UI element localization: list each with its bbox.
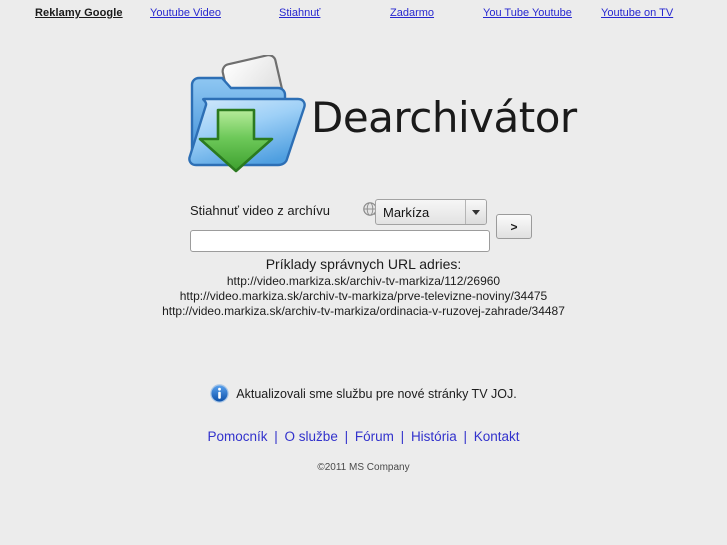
ads-label: Reklamy Google bbox=[35, 7, 123, 19]
footer-link-o-sluzbe[interactable]: O službe bbox=[285, 429, 338, 444]
footer-separator: | bbox=[400, 429, 405, 444]
google-ads-bar: Reklamy Google Youtube Video Stiahnuť Za… bbox=[0, 0, 727, 26]
ad-link-stiahnut[interactable]: Stiahnuť bbox=[279, 7, 320, 19]
footer-link-pomocnik[interactable]: Pomocník bbox=[207, 429, 267, 444]
ad-link-zadarmo[interactable]: Zadarmo bbox=[390, 7, 434, 19]
submit-button[interactable]: > bbox=[496, 214, 532, 239]
example-url: http://video.markiza.sk/archiv-tv-markiz… bbox=[226, 274, 501, 288]
example-url: http://video.markiza.sk/archiv-tv-markiz… bbox=[162, 304, 565, 318]
form-label: Stiahnuť video z archívu bbox=[190, 203, 331, 218]
form-row: Stiahnuť video z archívu Markíza > bbox=[190, 198, 540, 239]
footer-link-kontakt[interactable]: Kontakt bbox=[474, 429, 520, 444]
source-select-value: Markíza bbox=[383, 204, 430, 220]
footer-link-historia[interactable]: História bbox=[411, 429, 457, 444]
ad-link-youtube-on-tv[interactable]: Youtube on TV bbox=[601, 7, 673, 19]
source-select[interactable]: Markíza bbox=[375, 199, 487, 225]
notice-bar: Aktualizovali sme službu pre nové stránk… bbox=[0, 384, 727, 403]
footer-link-forum[interactable]: Fórum bbox=[355, 429, 394, 444]
example-url: http://video.markiza.sk/archiv-tv-markiz… bbox=[179, 289, 548, 303]
folder-download-icon bbox=[188, 55, 306, 173]
examples-title: Príklady správnych URL adries: bbox=[265, 256, 462, 272]
ad-link-you-tube-youtube[interactable]: You Tube Youtube bbox=[483, 7, 572, 19]
notice-text: Aktualizovali sme službu pre nové stránk… bbox=[236, 386, 517, 401]
footer-separator: | bbox=[274, 429, 278, 444]
logo-area: Dearchivátor bbox=[0, 55, 727, 180]
footer-links: Pomocník | O službe | Fórum | História |… bbox=[0, 429, 727, 444]
info-icon bbox=[210, 384, 229, 403]
examples-block: Príklady správnych URL adries: http://vi… bbox=[0, 256, 727, 319]
ad-link-youtube-video[interactable]: Youtube Video bbox=[150, 7, 221, 19]
logo: Dearchivátor bbox=[186, 55, 577, 175]
footer-separator: | bbox=[344, 429, 349, 444]
url-input[interactable] bbox=[190, 230, 490, 252]
chevron-down-icon[interactable] bbox=[465, 200, 486, 224]
logo-text: Dearchivátor bbox=[311, 93, 577, 142]
copyright-text: ©2011 MS Company bbox=[317, 462, 410, 473]
footer-separator: | bbox=[463, 429, 467, 444]
